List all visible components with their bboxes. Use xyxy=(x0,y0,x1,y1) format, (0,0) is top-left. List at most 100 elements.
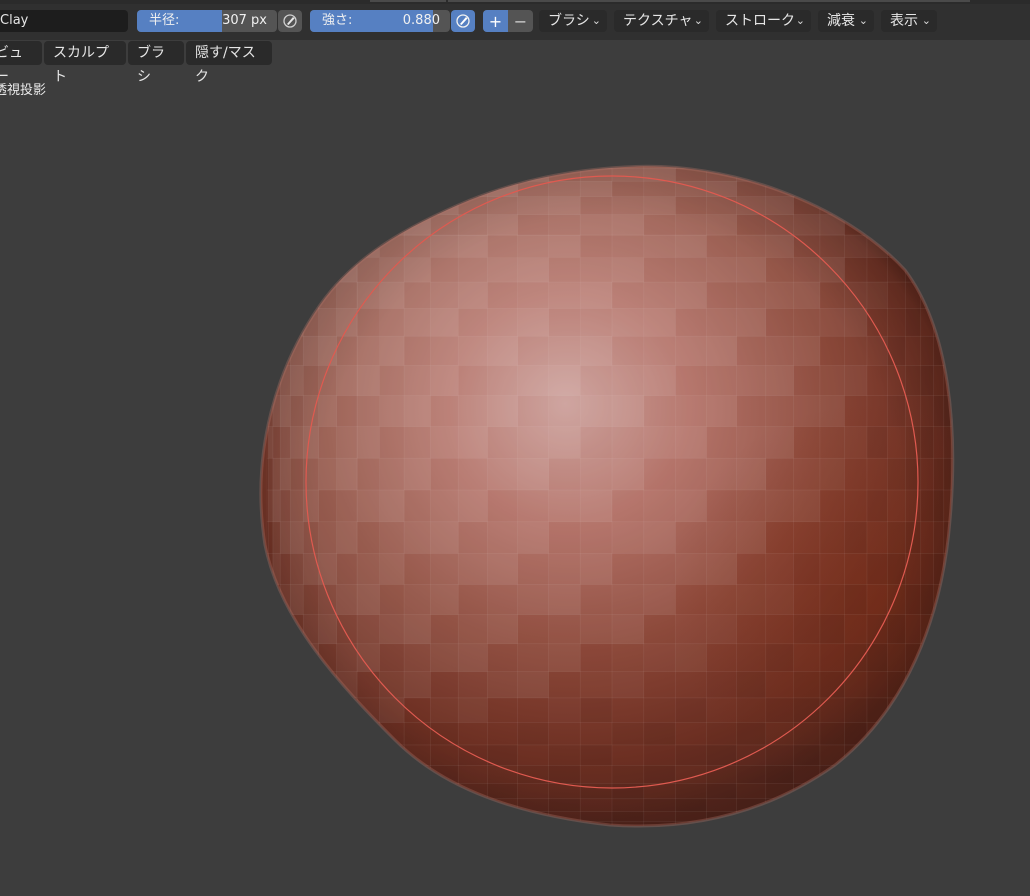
brush-menu[interactable]: ブラシ xyxy=(128,41,184,85)
mesh-face xyxy=(268,614,274,645)
mesh-face xyxy=(866,697,888,723)
mesh-face xyxy=(487,168,518,182)
mesh-face xyxy=(457,811,488,823)
mesh-face xyxy=(517,257,549,283)
falloff-menu-label: 減衰 xyxy=(827,13,855,29)
mesh-face xyxy=(430,166,459,169)
radius-pressure-pen-icon[interactable] xyxy=(278,10,302,32)
mesh-face xyxy=(611,234,645,258)
mesh-face xyxy=(611,614,645,645)
mesh-face xyxy=(675,834,706,836)
hide-mask-menu[interactable]: 隠す/マスク xyxy=(186,41,272,85)
mesh-face xyxy=(356,744,380,766)
mesh-face xyxy=(612,147,644,151)
mesh-face xyxy=(379,365,405,396)
mesh-face xyxy=(706,829,736,833)
mesh-face xyxy=(943,744,952,766)
mesh-face xyxy=(487,426,518,459)
mesh-face xyxy=(920,671,934,699)
mesh-face xyxy=(765,168,794,182)
view-menu[interactable]: ビュー xyxy=(0,41,42,85)
mesh-face xyxy=(886,168,906,182)
mesh-face xyxy=(706,722,737,746)
mesh-face xyxy=(579,744,613,766)
mesh-face xyxy=(289,671,304,699)
mesh-face xyxy=(318,257,338,283)
mesh-face xyxy=(356,782,380,800)
falloff-menu-dropdown[interactable]: 減衰 ⌄ xyxy=(818,10,874,32)
brush-menu-dropdown[interactable]: ブラシ ⌄ xyxy=(539,10,607,32)
mesh-face xyxy=(819,308,845,337)
mesh-face xyxy=(579,365,613,396)
mesh-face xyxy=(430,834,458,836)
mesh-face xyxy=(457,614,488,645)
mesh-face xyxy=(579,782,613,800)
mesh-face xyxy=(487,257,518,283)
mesh-face xyxy=(920,426,934,459)
mesh-face xyxy=(794,147,820,151)
mesh-face xyxy=(675,782,707,800)
mesh-face xyxy=(736,764,767,784)
sculpt-menu[interactable]: スカルプト xyxy=(44,41,126,85)
mesh-face xyxy=(675,234,707,258)
sculpt-viewport[interactable] xyxy=(0,68,1030,896)
display-menu-dropdown[interactable]: 表示 ⌄ xyxy=(881,10,937,32)
mesh-face xyxy=(379,584,405,615)
mesh-face xyxy=(675,335,707,366)
strength-pressure-pen-icon[interactable] xyxy=(451,10,475,32)
mesh-face xyxy=(793,168,821,182)
radius-slider[interactable]: 半径: 307 px xyxy=(137,10,277,32)
mesh-face xyxy=(336,821,358,827)
mesh-face xyxy=(643,457,676,491)
mesh-face xyxy=(675,196,707,215)
mesh-face xyxy=(920,764,934,784)
mesh-face xyxy=(268,257,274,283)
mesh-face xyxy=(886,489,906,523)
mesh-face xyxy=(487,671,518,699)
mesh-face xyxy=(643,426,676,459)
add-mode-button[interactable]: + xyxy=(483,10,508,32)
mesh-face xyxy=(487,811,518,823)
mesh-face xyxy=(643,643,676,672)
mesh-face xyxy=(302,257,320,283)
mesh-face xyxy=(866,196,888,215)
mesh-face xyxy=(867,151,887,158)
top-strip-segment xyxy=(370,0,446,2)
mesh-face xyxy=(289,365,304,396)
mesh-face xyxy=(736,811,767,823)
subtract-mode-button[interactable]: − xyxy=(508,10,533,32)
mesh-face xyxy=(487,744,518,766)
texture-menu-dropdown[interactable]: テクスチャ ⌄ xyxy=(614,10,709,32)
mesh-face xyxy=(950,335,953,366)
mesh-face xyxy=(272,671,281,699)
mesh-face xyxy=(943,281,952,309)
mesh-face xyxy=(404,829,430,833)
mesh-face xyxy=(430,671,459,699)
mesh-face xyxy=(706,166,737,169)
mesh-face xyxy=(793,643,821,672)
mesh-face xyxy=(336,308,358,337)
mesh-face xyxy=(643,335,676,366)
mesh-face xyxy=(844,257,868,283)
strength-slider[interactable]: 強さ: 0.880 xyxy=(310,10,450,32)
mesh-face xyxy=(302,798,320,812)
mesh-face xyxy=(403,166,431,169)
brush-name-field[interactable]: Clay xyxy=(0,10,128,32)
mesh-face xyxy=(356,281,380,309)
mesh-face xyxy=(793,614,821,645)
mesh-face xyxy=(920,553,934,585)
mesh-face xyxy=(950,521,953,554)
stroke-menu-dropdown[interactable]: ストローク ⌄ xyxy=(716,10,811,32)
mesh-face xyxy=(612,145,644,147)
mesh-face xyxy=(950,281,953,309)
mesh-face xyxy=(404,151,430,158)
mesh-face xyxy=(765,308,794,337)
mesh-face xyxy=(289,489,304,523)
mesh-face xyxy=(819,395,845,427)
mesh-face xyxy=(579,489,613,523)
mesh-face xyxy=(675,308,707,337)
mesh-face xyxy=(279,234,291,258)
mesh-face xyxy=(548,744,581,766)
mesh-face xyxy=(379,811,405,823)
mesh-face xyxy=(487,365,518,396)
